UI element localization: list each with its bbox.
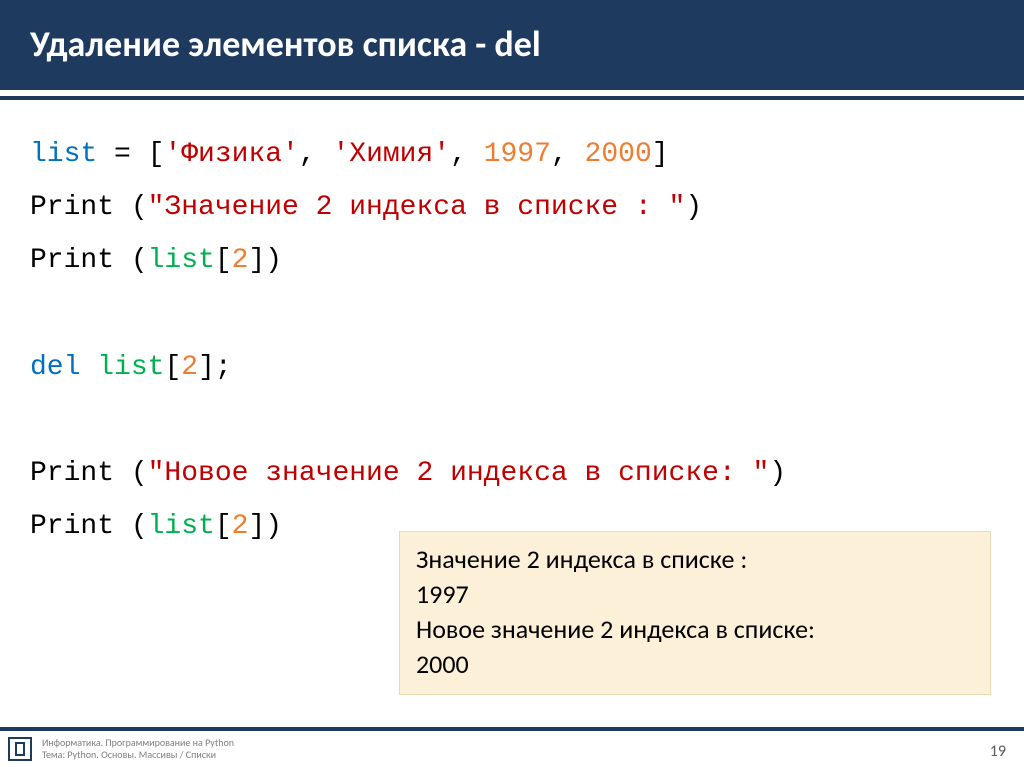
output-line-3: Новое значение 2 индекса в списке:: [416, 612, 974, 647]
footer-logo-icon: [8, 737, 32, 761]
footer-line-2: Тема: Python. Основы. Массивы / Списки: [42, 749, 234, 761]
code-line-4: del list[2];: [30, 341, 994, 394]
code-line-5: Print ("Новое значение 2 индекса в списк…: [30, 447, 994, 500]
code-line-3: Print (list[2]): [30, 234, 994, 287]
code-line-2: Print ("Значение 2 индекса в списке : "): [30, 181, 994, 234]
footer-logo-inner: [15, 742, 25, 756]
output-line-4: 2000: [416, 647, 974, 682]
slide-title: Удаление элементов списка - del: [0, 0, 1024, 90]
page-number: 19: [990, 742, 1006, 761]
footer-text: Информатика. Программирование на Python …: [42, 737, 234, 761]
blank-1: [30, 288, 994, 341]
slide-content: list = ['Физика', 'Химия', 1997, 2000] P…: [0, 100, 1024, 727]
output-line-2: 1997: [416, 577, 974, 612]
output-box: Значение 2 индекса в списке : 1997 Новое…: [399, 531, 991, 695]
slide: Удаление элементов списка - del list = […: [0, 0, 1024, 767]
blank-2: [30, 394, 994, 447]
output-line-1: Значение 2 индекса в списке :: [416, 542, 974, 577]
footer: Информатика. Программирование на Python …: [0, 727, 1024, 767]
code-line-1: list = ['Физика', 'Химия', 1997, 2000]: [30, 128, 994, 181]
title-text: Удаление элементов списка - del: [30, 22, 541, 66]
